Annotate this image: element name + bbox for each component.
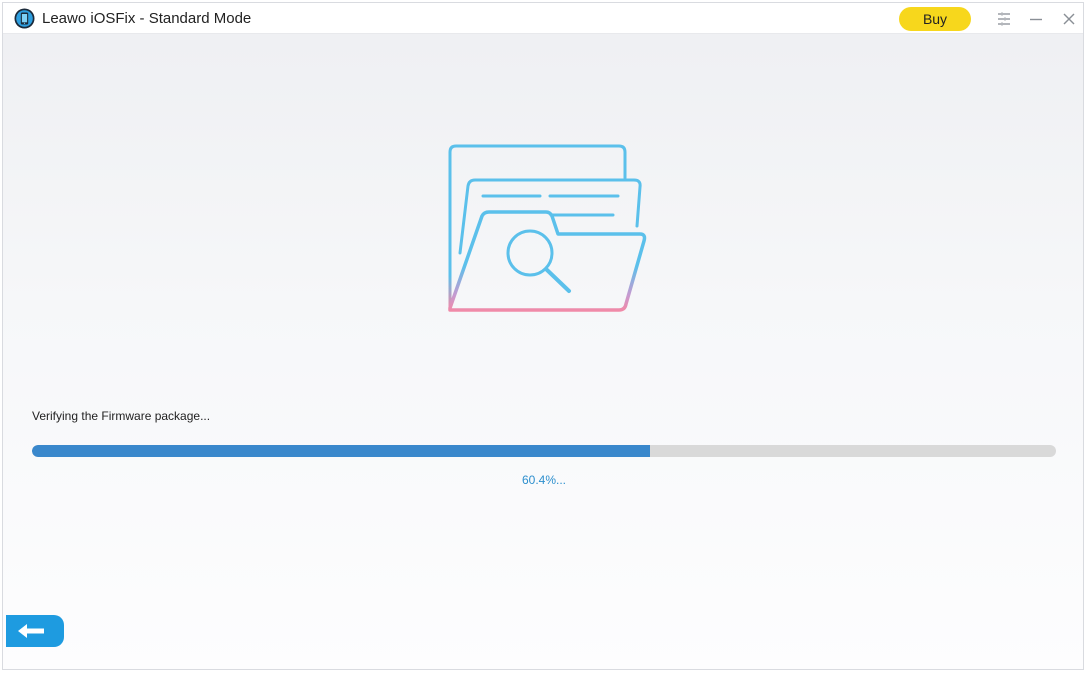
app-window: Leawo iOSFix - Standard Mode Buy Verifyi… bbox=[2, 2, 1084, 670]
window-title: Leawo iOSFix - Standard Mode bbox=[42, 10, 252, 27]
phone-icon bbox=[14, 8, 35, 29]
folder-search-icon bbox=[438, 138, 658, 318]
status-text: Verifying the Firmware package... bbox=[32, 409, 211, 423]
title-bar: Leawo iOSFix - Standard Mode Buy bbox=[3, 3, 1083, 34]
progress-bar-fill bbox=[32, 445, 651, 457]
progress-percent: 60.4%... bbox=[521, 473, 567, 487]
buy-button[interactable]: Buy bbox=[899, 7, 971, 31]
close-icon[interactable] bbox=[1058, 8, 1080, 30]
progress-bar bbox=[32, 445, 1056, 457]
minimize-icon[interactable] bbox=[1025, 8, 1047, 30]
settings-list-icon[interactable] bbox=[993, 8, 1015, 30]
back-button[interactable] bbox=[6, 615, 64, 647]
